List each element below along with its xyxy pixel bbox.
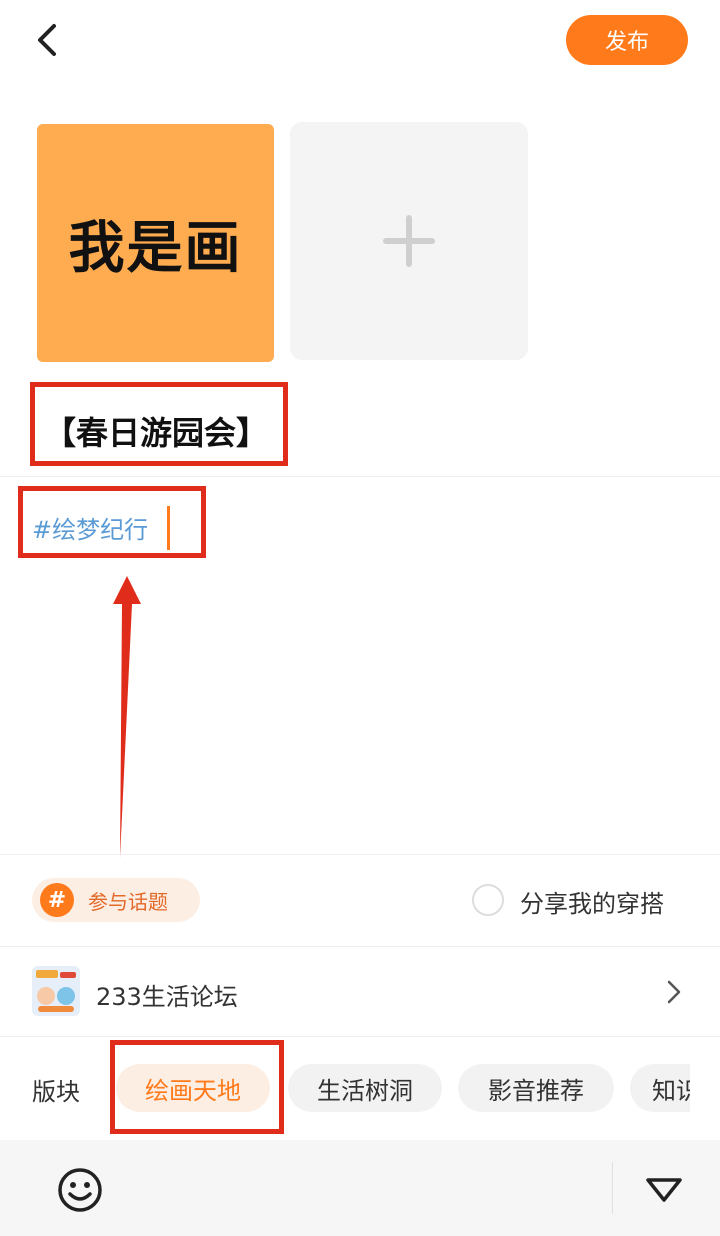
forum-divider-top	[0, 946, 720, 947]
join-topic-label: 参与话题	[88, 889, 168, 914]
triangle-down-icon	[646, 1178, 682, 1202]
hashtag-icon: #	[40, 883, 74, 917]
board-annotation-box	[110, 1040, 284, 1134]
board-chip-life[interactable]: 生活树洞	[288, 1064, 442, 1112]
forum-divider-bottom	[0, 1036, 720, 1037]
join-topic-button[interactable]: # 参与话题	[32, 878, 200, 922]
emoji-button[interactable]	[56, 1166, 104, 1214]
options-divider	[0, 854, 720, 855]
collapse-keyboard-button[interactable]	[644, 1174, 684, 1206]
chevron-right-icon	[667, 980, 681, 1004]
forum-selector[interactable]: 233生活论坛	[0, 948, 720, 1036]
forum-name: 233生活论坛	[96, 983, 238, 1011]
share-outfit-label[interactable]: 分享我的穿搭	[520, 884, 664, 919]
forum-avatar	[32, 966, 80, 1016]
board-chip-knowledge[interactable]: 知识	[630, 1064, 690, 1112]
smiley-icon	[58, 1168, 102, 1212]
board-chip-media[interactable]: 影音推荐	[458, 1064, 614, 1112]
share-outfit-radio[interactable]	[472, 884, 504, 916]
toolbar-separator	[612, 1162, 613, 1214]
bottom-toolbar	[0, 1140, 720, 1236]
board-chip-list: 绘画天地 生活树洞 影音推荐 知识	[0, 1040, 690, 1140]
